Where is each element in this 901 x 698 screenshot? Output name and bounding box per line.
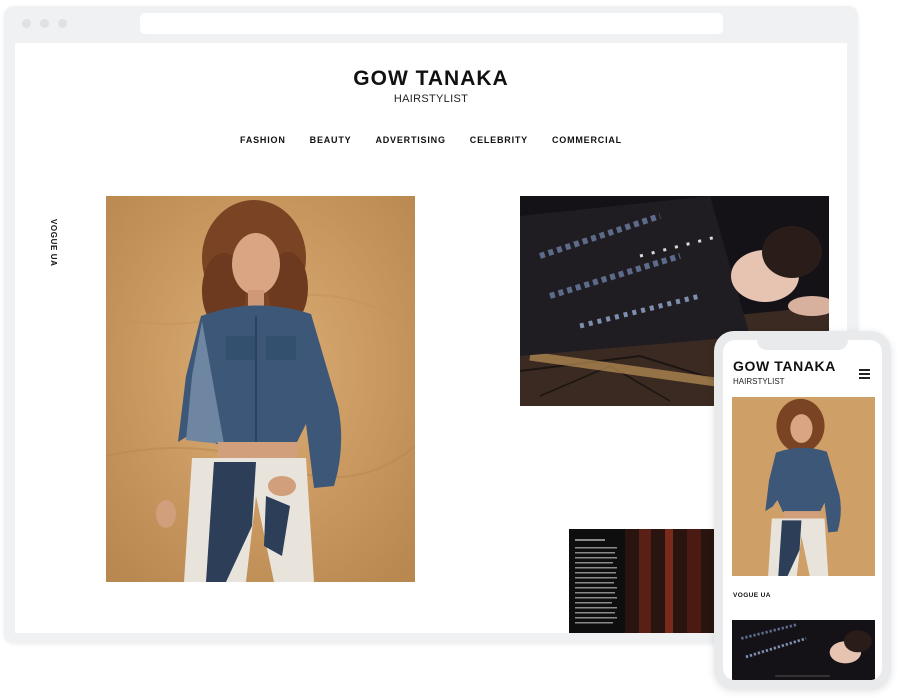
- mobile-photo-reclining[interactable]: [732, 620, 875, 680]
- mobile-page: GOW TANAKA HAIRSTYLIST VOGUE UA: [723, 340, 882, 680]
- portrait-illustration: [106, 196, 415, 582]
- site-subtitle: HAIRSTYLIST: [393, 93, 469, 105]
- address-bar[interactable]: [140, 13, 723, 34]
- mobile-site-title[interactable]: GOW TANAKA: [733, 358, 836, 374]
- magazine-illustration: [569, 529, 719, 633]
- photo-portrait-denim[interactable]: [106, 196, 415, 582]
- gallery-caption: VOGUE UA: [49, 219, 58, 267]
- mobile-photo-portrait[interactable]: [732, 397, 875, 576]
- hamburger-menu-icon[interactable]: [859, 369, 870, 381]
- mobile-portrait-illustration: [732, 397, 875, 576]
- home-indicator[interactable]: [775, 675, 830, 677]
- nav-item-commercial[interactable]: COMMERCIAL: [552, 135, 622, 145]
- phone-notch: [757, 340, 848, 350]
- maximize-dot-icon[interactable]: [58, 19, 67, 28]
- mobile-device: GOW TANAKA HAIRSTYLIST VOGUE UA: [714, 331, 891, 689]
- nav-item-celebrity[interactable]: CELEBRITY: [470, 135, 528, 145]
- main-nav: FASHION BEAUTY ADVERTISING CELEBRITY COM…: [15, 135, 847, 145]
- close-dot-icon[interactable]: [22, 19, 31, 28]
- site-title[interactable]: GOW TANAKA: [15, 67, 847, 91]
- mobile-gallery-caption: VOGUE UA: [733, 592, 771, 599]
- photo-magazine-spread[interactable]: [569, 529, 719, 633]
- nav-item-fashion[interactable]: FASHION: [240, 135, 286, 145]
- mobile-site-subtitle: HAIRSTYLIST: [733, 377, 785, 386]
- mobile-reclining-illustration: [732, 620, 875, 680]
- minimize-dot-icon[interactable]: [40, 19, 49, 28]
- nav-item-beauty[interactable]: BEAUTY: [310, 135, 352, 145]
- window-controls: [22, 19, 67, 28]
- nav-item-advertising[interactable]: ADVERTISING: [375, 135, 445, 145]
